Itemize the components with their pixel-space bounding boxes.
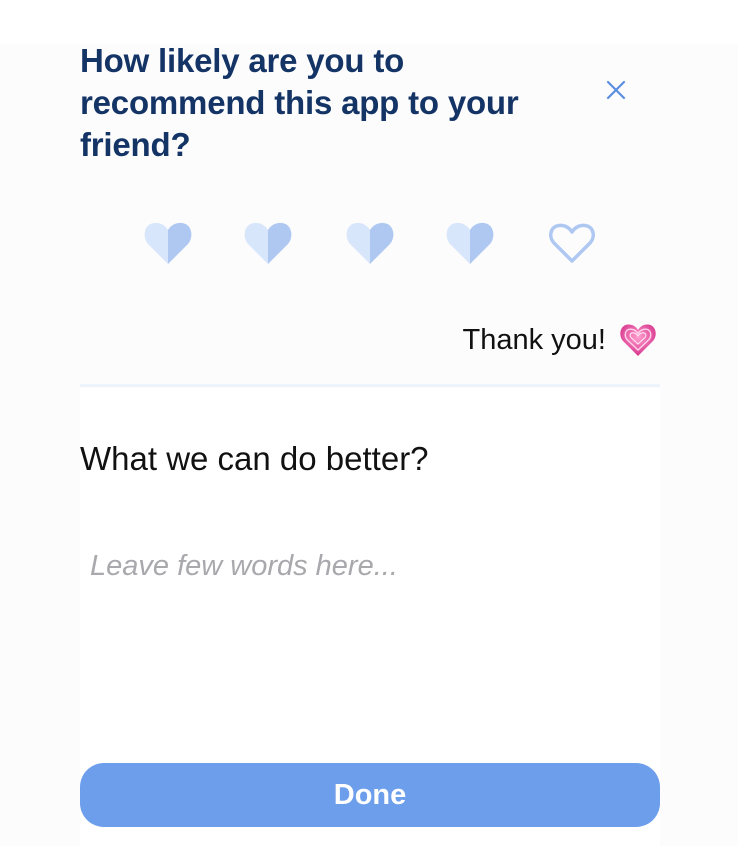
section-divider	[80, 384, 660, 387]
heart-outline-icon	[549, 223, 595, 263]
thank-you-message: Thank you!	[463, 318, 658, 362]
rating-heart-5[interactable]	[544, 214, 600, 270]
sparkling-heart-icon	[620, 324, 656, 356]
half-heart-icon	[346, 222, 394, 264]
half-heart-icon	[446, 222, 494, 264]
rating-heart-2[interactable]	[240, 214, 296, 270]
half-heart-icon	[144, 222, 192, 264]
dialog-title: How likely are you to recommend this app…	[80, 42, 519, 163]
rating-heart-3[interactable]	[342, 214, 398, 270]
rating-heart-4[interactable]	[442, 214, 498, 270]
close-button[interactable]	[600, 74, 632, 106]
close-icon	[606, 80, 626, 100]
feedback-input[interactable]	[80, 536, 660, 716]
half-heart-icon	[244, 222, 292, 264]
rating-heart-1[interactable]	[140, 214, 196, 270]
feedback-question: What we can do better?	[80, 440, 429, 477]
thank-you-text: Thank you!	[462, 323, 606, 356]
rating-hearts	[140, 214, 604, 270]
done-button[interactable]: Done	[80, 763, 660, 827]
